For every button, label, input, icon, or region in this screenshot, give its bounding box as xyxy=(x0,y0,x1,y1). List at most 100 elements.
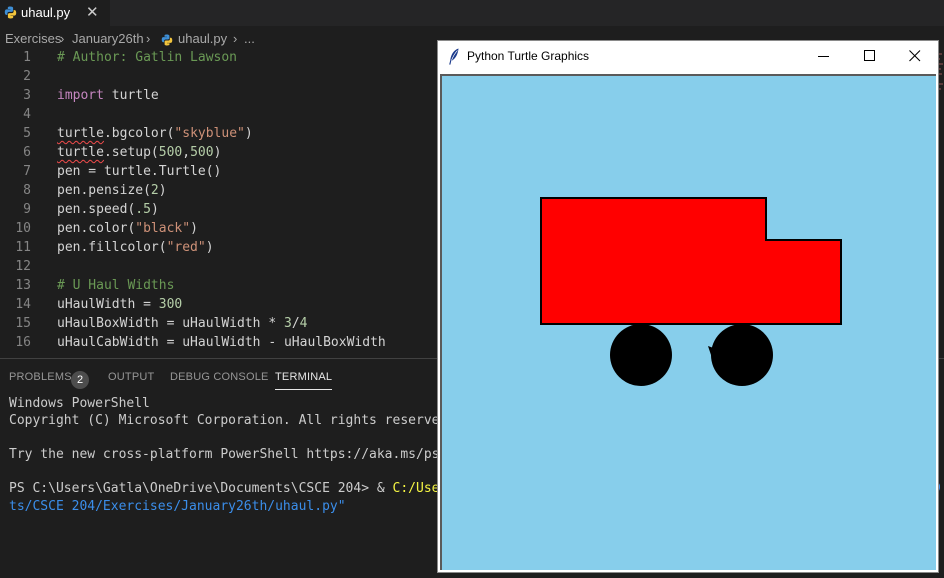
turtle-graphics-window[interactable]: Python Turtle Graphics xyxy=(437,40,939,573)
line-number: 9 xyxy=(23,202,31,217)
window-title-bar[interactable]: Python Turtle Graphics xyxy=(438,41,938,72)
line-number: 3 xyxy=(23,88,31,103)
code-line[interactable]: 15 uHaulBoxWidth = uHaulWidth * 3/4 xyxy=(0,316,440,335)
code-token: pen.speed( xyxy=(57,202,136,217)
code-line[interactable]: 2 xyxy=(0,69,440,88)
terminal-prompt-line[interactable]: PS C:\Users\Gatla\OneDrive\Documents\CSC… xyxy=(9,481,486,496)
code-editor[interactable]: 1 # Author: Gatlin Lawson 2 3 import turtle 4… xyxy=(0,50,440,356)
code-token: uHaulCabWidth = uHaulWidth - uHaulBoxWid… xyxy=(57,335,386,350)
code-text: pen.speed(.5) xyxy=(57,202,159,217)
code-text: uHaulCabWidth = uHaulWidth - uHaulBoxWid… xyxy=(57,335,386,350)
code-text: pen.fillcolor("red") xyxy=(57,240,214,255)
breadcrumb-symbols[interactable]: ... xyxy=(244,31,255,46)
code-token: 4 xyxy=(299,316,308,331)
line-number: 13 xyxy=(15,278,31,293)
code-token: pen.fillcolor( xyxy=(57,240,167,255)
turtle-canvas xyxy=(440,74,936,570)
tab-debug-console[interactable]: DEBUG CONSOLE xyxy=(170,371,269,383)
code-token: "red" xyxy=(166,240,206,255)
breadcrumb-january26th[interactable]: January26th xyxy=(72,31,144,46)
problems-count-badge: 2 xyxy=(71,371,89,389)
code-token: 2 xyxy=(150,183,159,198)
terminal-line: Copyright (C) Microsoft Corporation. All… xyxy=(9,413,456,428)
code-line[interactable]: 9 pen.speed(.5) xyxy=(0,202,440,221)
code-text: pen.pensize(2) xyxy=(57,183,167,198)
code-token: 500 xyxy=(190,145,214,160)
code-text: pen = turtle.Turtle() xyxy=(57,164,221,179)
code-line[interactable]: 13 # U Haul Widths xyxy=(0,278,440,297)
code-token: uHaulWidth = xyxy=(57,297,159,312)
code-line[interactable]: 14 uHaulWidth = 300 xyxy=(0,297,440,316)
code-token: ) xyxy=(158,183,167,198)
line-number: 2 xyxy=(23,69,31,84)
tab-label: uhaul.py xyxy=(21,5,71,20)
line-number: 12 xyxy=(15,259,31,274)
turtle-drawing xyxy=(540,197,842,386)
python-file-icon xyxy=(161,34,173,46)
line-number: 8 xyxy=(23,183,31,198)
code-token: uHaulBoxWidth = uHaulWidth * xyxy=(57,316,284,331)
maximize-button[interactable] xyxy=(847,41,893,72)
code-line[interactable]: 16 uHaulCabWidth = uHaulWidth - uHaulBoxW… xyxy=(0,335,440,354)
code-token: 300 xyxy=(158,297,183,312)
line-number: 7 xyxy=(23,164,31,179)
python-file-icon xyxy=(4,6,17,19)
code-line[interactable]: 3 import turtle xyxy=(0,88,440,107)
close-icon[interactable]: ✕ xyxy=(86,3,99,21)
code-text: pen.color("black") xyxy=(57,221,198,236)
tab-uhaul-py[interactable]: uhaul.py ✕ xyxy=(0,0,110,26)
minimize-button[interactable] xyxy=(801,41,847,72)
code-line[interactable]: 11 pen.fillcolor("red") xyxy=(0,240,440,259)
code-token: ) xyxy=(150,202,159,217)
terminal-command-continuation: ts/CSCE 204/Exercises/January26th/uhaul.… xyxy=(9,499,346,514)
window-title: Python Turtle Graphics xyxy=(467,49,590,63)
line-number: 4 xyxy=(23,107,31,122)
code-line[interactable]: 8 pen.pensize(2) xyxy=(0,183,440,202)
code-line[interactable]: 5 turtle.bgcolor("skyblue") xyxy=(0,126,440,145)
code-line[interactable]: 10 pen.color("black") xyxy=(0,221,440,240)
breadcrumb-exercises[interactable]: Exercises xyxy=(5,31,61,46)
code-line[interactable]: 7 pen = turtle.Turtle() xyxy=(0,164,440,183)
code-token: # U Haul Widths xyxy=(57,278,175,293)
tab-terminal[interactable]: TERMINAL xyxy=(275,371,333,390)
tab-problems[interactable]: PROBLEMS xyxy=(9,371,72,383)
code-line[interactable]: 12 xyxy=(0,259,440,278)
code-text: # U Haul Widths xyxy=(57,278,174,293)
terminal-line: Windows PowerShell xyxy=(9,396,150,411)
close-window-button[interactable] xyxy=(892,41,938,72)
chevron-right-icon: › xyxy=(146,31,151,46)
code-text: # Author: Gatlin Lawson xyxy=(57,50,237,65)
code-token: .5 xyxy=(135,202,151,217)
truck-body xyxy=(540,197,842,325)
line-number: 5 xyxy=(23,126,31,141)
code-token: "skyblue" xyxy=(174,126,245,141)
editor-tab-bar: uhaul.py ✕ xyxy=(0,0,944,26)
code-token: 3 xyxy=(283,316,292,331)
breadcrumb-uhaul-py[interactable]: uhaul.py xyxy=(178,31,227,46)
line-number: 6 xyxy=(23,145,31,160)
code-token: import xyxy=(57,88,104,103)
code-text: uHaulBoxWidth = uHaulWidth * 3/4 xyxy=(57,316,307,331)
code-token: ) xyxy=(244,126,253,141)
feather-icon xyxy=(449,48,459,65)
code-token: # Author: Gatlin Lawson xyxy=(57,50,238,65)
code-token: ) xyxy=(205,240,214,255)
code-token: turtle xyxy=(103,88,159,103)
code-token: / xyxy=(291,316,300,331)
terminal-prompt: PS C:\Users\Gatla\OneDrive\Documents\CSC… xyxy=(9,481,393,496)
code-text: uHaulWidth = 300 xyxy=(57,297,182,312)
line-number: 1 xyxy=(23,50,31,65)
truck-wheel-rear xyxy=(610,324,672,386)
code-token: pen.pensize( xyxy=(57,183,151,198)
tab-output[interactable]: OUTPUT xyxy=(108,371,154,383)
code-line[interactable]: 4 xyxy=(0,107,440,126)
code-token: turtle xyxy=(57,126,104,141)
code-token: 500 xyxy=(158,145,183,160)
code-token: .setup( xyxy=(103,145,159,160)
line-number: 14 xyxy=(15,297,31,312)
code-text: turtle.bgcolor("skyblue") xyxy=(57,126,253,141)
code-line[interactable]: 1 # Author: Gatlin Lawson xyxy=(0,50,440,69)
code-token: ) xyxy=(190,221,198,236)
truck-wheel-front xyxy=(711,324,773,386)
code-line[interactable]: 6 turtle.setup(500,500) xyxy=(0,145,440,164)
